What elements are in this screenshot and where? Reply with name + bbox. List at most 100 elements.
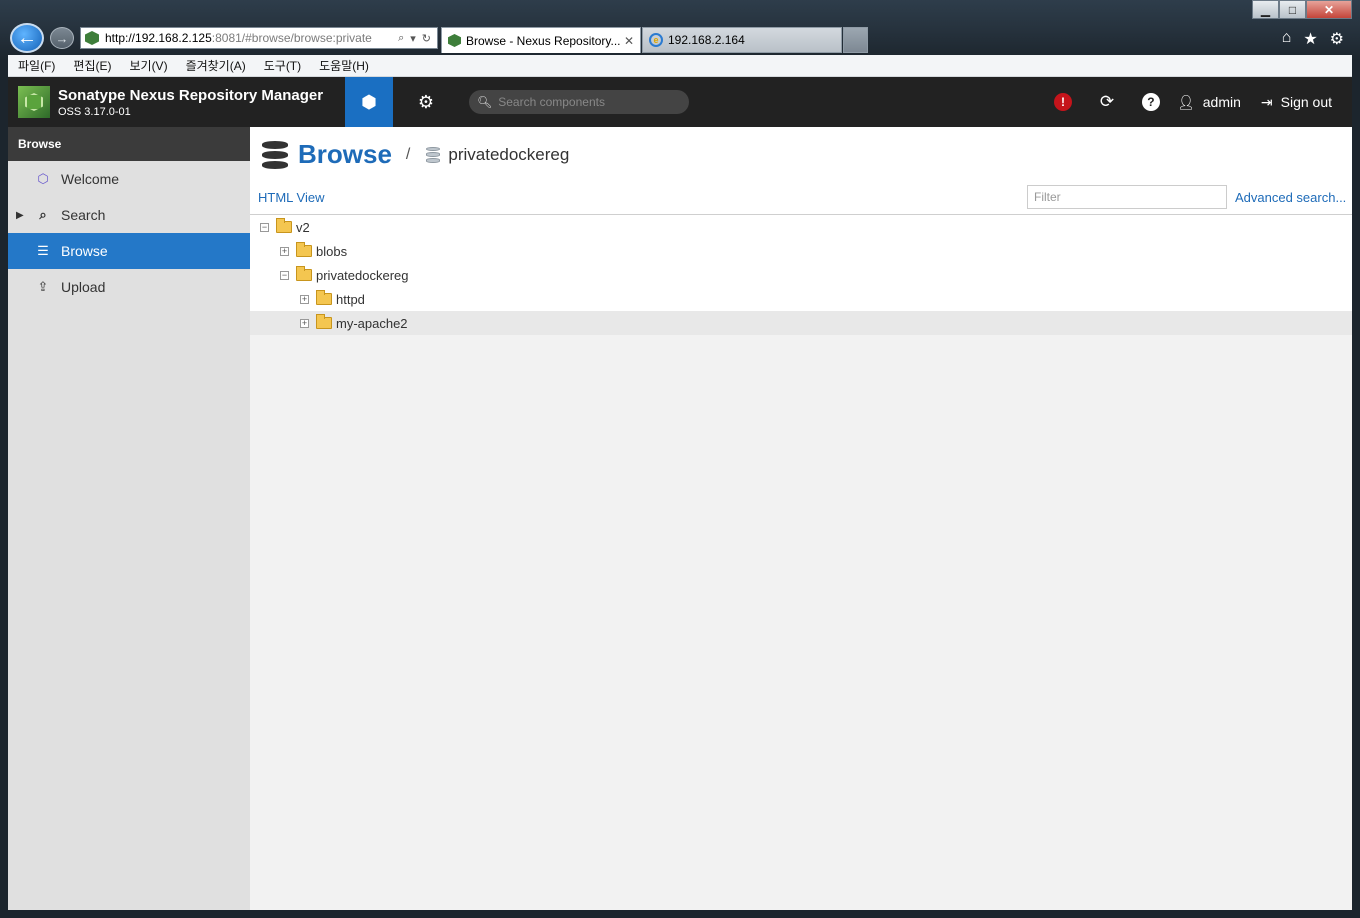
database-icon (262, 140, 288, 169)
gear-icon: ⚙ (417, 91, 435, 112)
html-view-link[interactable]: HTML View (258, 190, 324, 205)
ie-favicon-icon: e (649, 33, 663, 47)
folder-open-icon (296, 266, 312, 281)
sidebar-item-welcome[interactable]: ⬡ Welcome (8, 161, 250, 197)
tree-node-label: httpd (336, 291, 365, 307)
address-path: :8081/#browse/browse:private (211, 31, 372, 45)
nexus-logo (18, 86, 50, 118)
close-window-button[interactable]: ✕ (1306, 0, 1352, 19)
menu-edit[interactable]: 편집(E) (73, 57, 111, 74)
repository-icon (426, 146, 441, 163)
sidebar-item-label: Browse (61, 243, 108, 259)
search-icon: ⌕ (39, 207, 47, 222)
tab-nexus[interactable]: Browse - Nexus Repository... ✕ (441, 27, 641, 53)
expand-arrow-icon[interactable]: ▶ (16, 210, 24, 221)
admin-mode-button[interactable]: ⚙ (402, 77, 450, 127)
menu-favorites[interactable]: 즐겨찾기(A) (186, 57, 246, 74)
nexus-favicon-icon (85, 31, 99, 45)
refresh-button[interactable]: ⟳ (1085, 92, 1129, 112)
sign-out-label: Sign out (1280, 94, 1332, 110)
help-icon: ? (1141, 93, 1160, 111)
tree-node-privatedockereg[interactable]: − privatedockereg (250, 263, 1352, 287)
browser-window: ▁ □ ✕ ← → http://192.168.2.125 :8081/#br… (0, 0, 1360, 918)
hexagon-icon: ⬡ (37, 171, 49, 186)
browse-mode-button[interactable]: ⬢ (345, 77, 393, 127)
tree-node-label: my-apache2 (336, 315, 408, 331)
browser-nav: ← → http://192.168.2.125 :8081/#browse/b… (8, 23, 1352, 53)
menu-view[interactable]: 보기(V) (129, 57, 167, 74)
search-icon[interactable]: ⌕ (398, 32, 404, 45)
sidebar-heading: Browse (8, 127, 250, 161)
expand-icon[interactable]: + (300, 294, 309, 304)
tree-node-label: blobs (316, 243, 348, 259)
collapse-icon[interactable]: − (280, 270, 289, 280)
sidebar-item-label: Welcome (61, 171, 120, 187)
folder-open-icon (276, 218, 292, 233)
favorites-star-icon[interactable]: ★ (1303, 29, 1317, 49)
tab-close-icon[interactable]: ✕ (624, 34, 634, 48)
search-placeholder: Search components (498, 95, 605, 109)
upload-icon: ⇪ (37, 279, 49, 294)
help-button[interactable]: ? (1129, 93, 1173, 111)
tree-node-v2[interactable]: − v2 (250, 215, 1352, 239)
sidebar-item-search[interactable]: ▶ ⌕ Search (8, 197, 250, 233)
page-title[interactable]: Browse (298, 139, 392, 170)
collapse-icon[interactable]: − (260, 222, 269, 232)
product-version: OSS 3.17.0-01 (58, 105, 131, 118)
tree-node-blobs[interactable]: + blobs (250, 239, 1352, 263)
expand-icon[interactable]: + (300, 318, 309, 328)
advanced-search-link[interactable]: Advanced search... (1235, 190, 1346, 205)
refresh-icon[interactable]: ↻ (422, 32, 431, 45)
forward-arrow-icon[interactable]: → (50, 27, 74, 49)
alert-icon: ! (1053, 93, 1072, 111)
sidebar: Browse ⬡ Welcome ▶ ⌕ Search ☰ Browse ⇪ U… (8, 127, 250, 910)
dropdown-icon[interactable]: ▾ (410, 32, 416, 45)
tree-node-httpd[interactable]: + httpd (250, 287, 1352, 311)
search-icon: 🔍︎ (477, 95, 493, 109)
filter-input[interactable]: Filter (1027, 185, 1227, 209)
menu-tools[interactable]: 도구(T) (264, 57, 301, 74)
search-components-input[interactable]: 🔍︎ Search components (469, 90, 689, 114)
folder-icon (316, 290, 332, 305)
gear-icon[interactable]: ⚙ (1330, 29, 1344, 49)
refresh-icon: ⟳ (1099, 92, 1115, 111)
address-bar[interactable]: http://192.168.2.125 :8081/#browse/brows… (80, 27, 438, 49)
browser-right-icons: ⌂ ★ ⚙ (1282, 29, 1344, 49)
tab-second[interactable]: e 192.168.2.164 (642, 27, 842, 53)
tab-label: 192.168.2.164 (668, 33, 745, 47)
menu-file[interactable]: 파일(F) (18, 57, 55, 74)
system-alert-button[interactable]: ! (1041, 93, 1085, 111)
breadcrumb-separator: / (405, 145, 411, 163)
sidebar-item-label: Upload (61, 279, 106, 295)
menu-bar: 파일(F) 편집(E) 보기(V) 즐겨찾기(A) 도구(T) 도움말(H) (8, 55, 1352, 77)
window-controls: ▁ □ ✕ (1252, 0, 1352, 19)
back-arrow-icon[interactable]: ← (10, 23, 44, 53)
tree-node-label: privatedockereg (316, 267, 409, 283)
browse-header: Browse / privatedockereg HTML View Filte… (250, 127, 1352, 215)
filter-placeholder: Filter (1034, 190, 1061, 204)
repository-name: privatedockereg (448, 144, 570, 164)
folder-icon (316, 314, 332, 329)
home-icon[interactable]: ⌂ (1282, 29, 1292, 49)
minimize-button[interactable]: ▁ (1252, 0, 1279, 19)
product-title: Sonatype Nexus Repository Manager (58, 86, 324, 104)
sidebar-item-label: Search (61, 207, 106, 223)
menu-help[interactable]: 도움말(H) (319, 57, 369, 74)
cube-icon: ⬢ (361, 91, 377, 112)
breadcrumb: Browse / privatedockereg (262, 139, 569, 170)
user-menu[interactable]: 👤︎ admin (1177, 94, 1241, 111)
expand-icon[interactable]: + (280, 246, 289, 256)
sidebar-item-browse[interactable]: ☰ Browse (8, 233, 250, 269)
address-actions: ⌕ ▾ ↻ (398, 32, 437, 45)
tree-node-my-apache2[interactable]: + my-apache2 (250, 311, 1352, 335)
new-tab-button[interactable] (843, 27, 868, 53)
address-host: http://192.168.2.125 (105, 31, 212, 45)
sidebar-item-upload[interactable]: ⇪ Upload (8, 269, 250, 305)
nexus-favicon-icon (448, 34, 461, 47)
tree-node-label: v2 (296, 219, 310, 235)
main-content: Browse / privatedockereg HTML View Filte… (250, 127, 1352, 910)
sign-out-button[interactable]: ⇥ Sign out (1261, 94, 1332, 111)
folder-icon (296, 242, 312, 257)
tab-label: Browse - Nexus Repository... (466, 33, 620, 48)
maximize-button[interactable]: □ (1279, 0, 1306, 19)
